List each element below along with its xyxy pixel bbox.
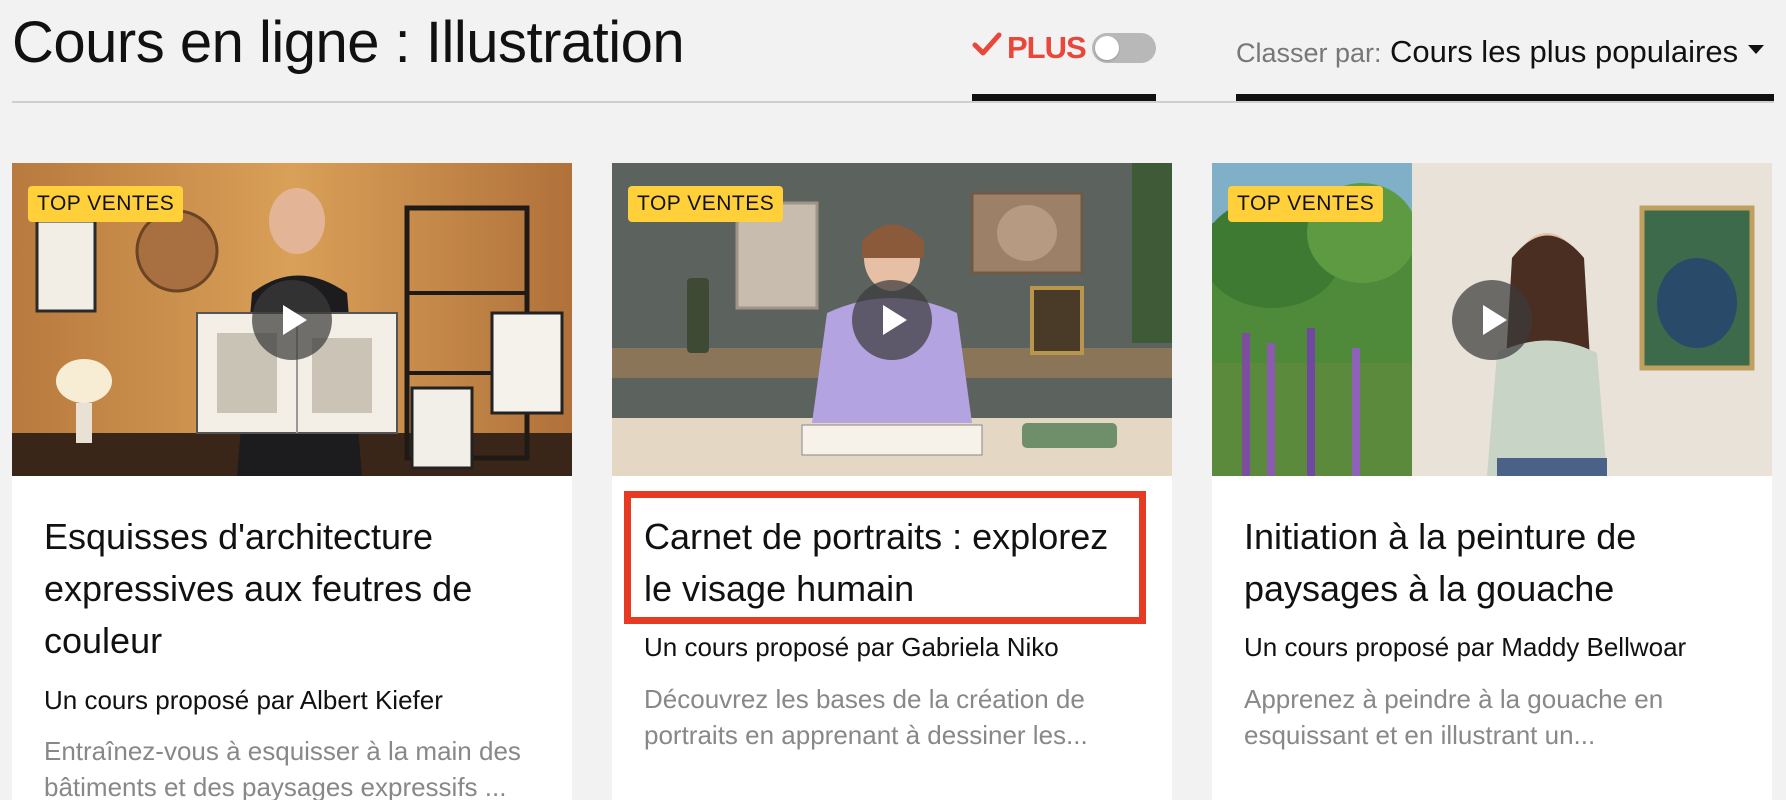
course-author: Un cours proposé par Albert Kiefer — [44, 685, 443, 715]
top-sales-badge: TOP VENTES — [628, 186, 784, 222]
play-button[interactable] — [1452, 280, 1532, 360]
course-card[interactable]: TOP VENTES Esquisses d'architecture expr… — [12, 163, 572, 800]
checkmark-icon — [972, 32, 1002, 56]
plus-logo-text: PLUS — [1007, 30, 1087, 65]
chevron-down-icon — [1748, 45, 1764, 54]
course-author: Un cours proposé par Gabriela Niko — [644, 632, 1059, 662]
top-sales-badge: TOP VENTES — [1228, 186, 1384, 222]
play-icon — [283, 305, 307, 335]
course-title[interactable]: Esquisses d'architecture expressives aux… — [44, 511, 544, 667]
course-title[interactable]: Initiation à la peinture de paysages à l… — [1244, 511, 1744, 615]
course-description: Apprenez à peindre à la gouache en esqui… — [1244, 684, 1664, 750]
top-sales-badge: TOP VENTES — [28, 186, 184, 222]
course-thumbnail[interactable]: TOP VENTES — [1212, 163, 1772, 476]
play-button[interactable] — [852, 280, 932, 360]
sort-label: Classer par: — [1236, 38, 1382, 68]
plus-toggle[interactable] — [1092, 33, 1156, 63]
course-title[interactable]: Carnet de portraits : explorez le visage… — [644, 511, 1144, 615]
page-title: Cours en ligne : Illustration — [12, 10, 685, 75]
plus-logo: PLUS — [1007, 28, 1087, 68]
play-icon — [883, 305, 907, 335]
play-icon — [1483, 305, 1507, 335]
course-thumbnail[interactable]: TOP VENTES — [612, 163, 1172, 476]
sort-dropdown[interactable]: Classer par: Cours les plus populaires — [1236, 0, 1774, 101]
course-card[interactable]: TOP VENTES Initiation à la peinture de p… — [1212, 163, 1772, 800]
plus-filter[interactable]: PLUS — [972, 0, 1156, 101]
sort-value: Cours les plus populaires — [1390, 34, 1739, 69]
play-button[interactable] — [252, 280, 332, 360]
course-description: Entraînez-vous à esquisser à la main des… — [44, 736, 521, 800]
header-divider — [12, 101, 1774, 103]
course-description: Découvrez les bases de la création de po… — [644, 684, 1088, 750]
course-card[interactable]: TOP VENTES Carnet de portraits : explore… — [612, 163, 1172, 800]
course-thumbnail[interactable]: TOP VENTES — [12, 163, 572, 476]
course-author: Un cours proposé par Maddy Bellwoar — [1244, 632, 1687, 662]
toggle-knob — [1095, 36, 1119, 60]
